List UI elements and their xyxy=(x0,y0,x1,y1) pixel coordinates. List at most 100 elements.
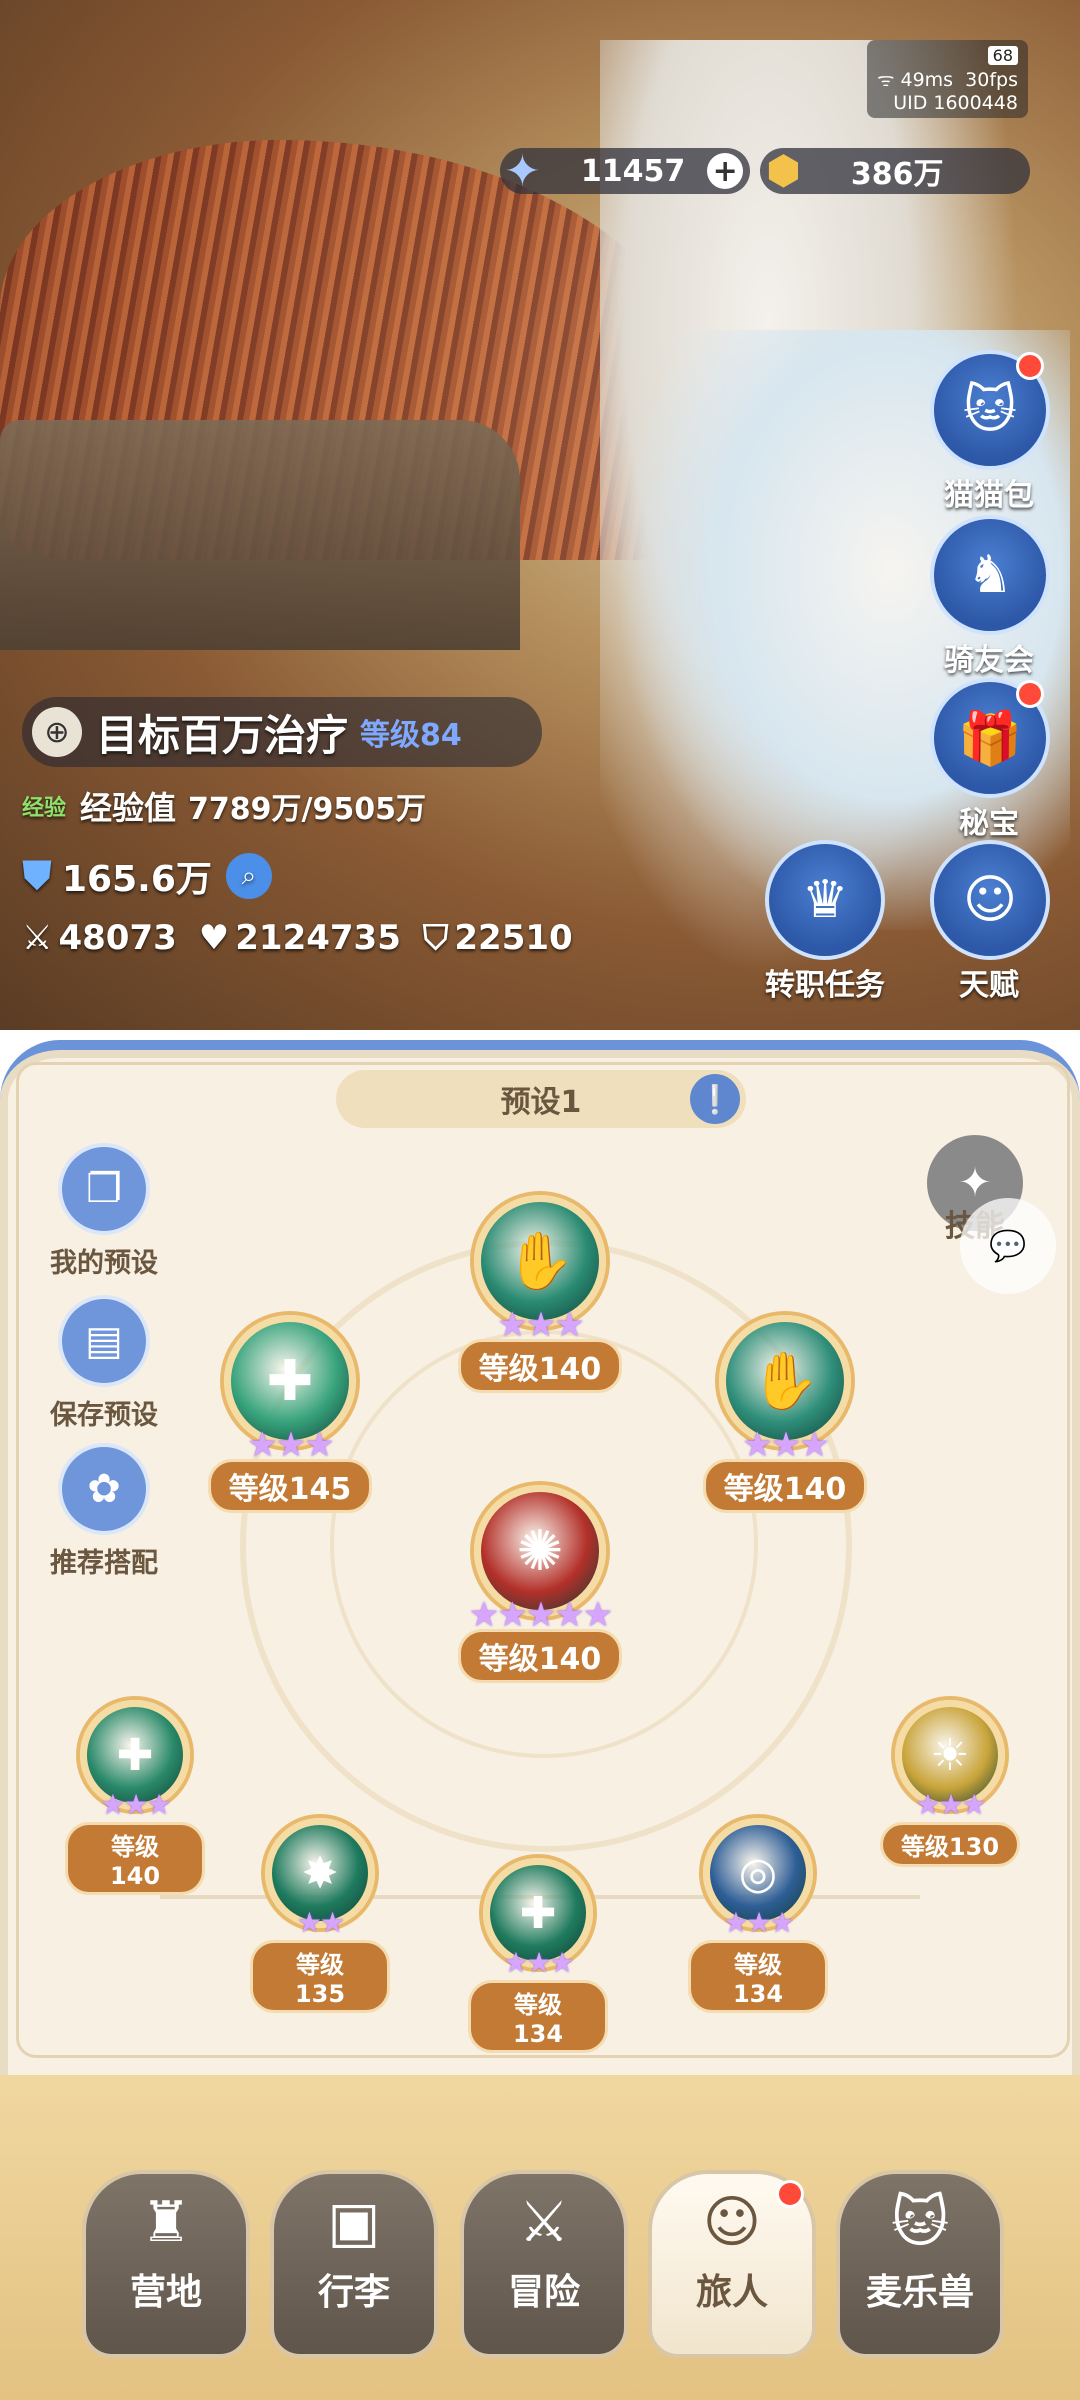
exp-tag: 经验 xyxy=(22,796,67,821)
tab-camp[interactable]: ♜ 营地 xyxy=(82,2170,250,2358)
tab-label: 行李 xyxy=(317,2272,390,2313)
tab-label: 冒险 xyxy=(507,2272,580,2313)
skill-level: 等级135 xyxy=(250,1940,390,2013)
skill-stars: ★★★ xyxy=(503,1946,574,1979)
class-emblem-icon: ⊕ xyxy=(32,707,82,757)
crown-icon: ♛ xyxy=(765,840,885,960)
network-status: 68 ᯤ 49ms 30fps UID 1600448 xyxy=(867,40,1028,118)
player-name-bar[interactable]: ⊕ 目标百万治疗 等级84 xyxy=(22,697,542,767)
side-button-cat-bag[interactable]: 🐱 猫猫包 xyxy=(930,350,1050,514)
save-preset-button[interactable]: ▤ 保存预设 xyxy=(34,1295,174,1432)
skill-slot-2[interactable]: ✚ ★★★ 等级145 xyxy=(205,1315,375,1513)
coin-icon: ⬢ xyxy=(766,148,801,194)
skill-level: 等级140 xyxy=(457,1339,623,1393)
skill-stars: ★★★ xyxy=(742,1425,829,1465)
backpack-icon: ▣ xyxy=(327,2190,381,2255)
power-value: 165.6万 xyxy=(62,859,212,900)
skill-stars: ★★★ xyxy=(100,1788,171,1821)
search-icon: ⌕ xyxy=(241,860,257,891)
star-amount: 11457 xyxy=(580,153,686,189)
tab-label: 旅人 xyxy=(695,2272,768,2313)
skill-level: 等级140 xyxy=(702,1459,868,1513)
preset-selector[interactable]: 预设1 ❕ xyxy=(336,1070,746,1128)
treasure-icon: 🎁 xyxy=(930,678,1050,798)
star-crystal-icon: ✦ xyxy=(504,145,541,197)
exp-row: 经验 经验值 7789万/9505万 xyxy=(22,783,426,829)
cat-bag-icon: 🐱 xyxy=(930,350,1050,470)
side-button-label: 天赋 xyxy=(959,968,1019,1003)
skill-slot-6[interactable]: ✸ ★★ 等级135 xyxy=(250,1818,390,2013)
skill-level: 等级140 xyxy=(65,1822,205,1895)
side-button-label: 转职任务 xyxy=(765,968,885,1003)
power-row: ⛊ 165.6万 ⌕ xyxy=(22,850,272,902)
wifi-icon: ᯤ xyxy=(877,69,895,91)
defense-icon: ⛉ xyxy=(422,918,449,958)
skill-slot-7[interactable]: ✚ ★★★ 等级134 xyxy=(468,1858,608,2053)
skill-stars: ★★★★★ xyxy=(468,1595,613,1635)
my-presets-button[interactable]: ❐ 我的预设 xyxy=(34,1143,174,1280)
fps-text: 30fps xyxy=(965,69,1018,91)
uid-text: UID 1600448 xyxy=(893,92,1018,114)
castle-icon: ♜ xyxy=(140,2190,192,2255)
left-button-label: 我的预设 xyxy=(50,1248,158,1279)
notification-dot xyxy=(776,2180,804,2208)
side-button-riders[interactable]: ♞ 骑友会 xyxy=(930,515,1050,679)
side-button-label: 猫猫包 xyxy=(944,478,1034,513)
left-button-label: 推荐搭配 xyxy=(50,1548,158,1579)
skill-level: 等级134 xyxy=(468,1980,608,2053)
skill-slot-3[interactable]: ✋ ★★★ 等级140 xyxy=(700,1315,870,1513)
side-button-label: 骑友会 xyxy=(944,643,1034,678)
add-star-button[interactable]: + xyxy=(707,153,744,189)
battery-indicator: 68 xyxy=(987,46,1018,65)
hp-value: 2124735 xyxy=(235,918,401,958)
attributes-row: ⚔ 48073 ♥ 2124735 ⛉ 22510 xyxy=(22,918,573,958)
tab-traveler[interactable]: ☺ 旅人 xyxy=(648,2170,816,2358)
swords-icon: ⚔ xyxy=(518,2190,570,2255)
player-level: 等级84 xyxy=(360,718,462,753)
star-currency: ✦ 11457 + xyxy=(500,145,750,197)
power-search-button[interactable]: ⌕ xyxy=(225,853,272,899)
attack-icon: ⚔ xyxy=(22,918,53,958)
heart-icon: ♥ xyxy=(198,918,230,958)
defense-value: 22510 xyxy=(454,918,573,958)
preset-info-icon[interactable]: ❕ xyxy=(690,1074,740,1124)
skill-slot-5[interactable]: ✚ ★★★ 等级140 xyxy=(65,1700,205,1895)
power-shield-icon: ⛊ xyxy=(22,853,52,899)
recommend-icon: ✿ xyxy=(58,1443,150,1535)
attack-value: 48073 xyxy=(58,918,177,958)
tab-label: 麦乐兽 xyxy=(865,2272,974,2313)
skill-stars: ★★★ xyxy=(247,1425,334,1465)
chat-icon: 💬 xyxy=(989,1228,1027,1264)
recommend-build-button[interactable]: ✿ 推荐搭配 xyxy=(34,1443,174,1580)
horse-icon: ♞ xyxy=(930,515,1050,635)
skill-slot-9[interactable]: ☀ ★★★ 等级130 xyxy=(875,1700,1025,1867)
skill-stars: ★★★ xyxy=(497,1305,584,1345)
preset-cards-icon: ❐ xyxy=(58,1143,150,1235)
skill-level: 等级140 xyxy=(457,1629,623,1683)
tab-pets[interactable]: 🐱 麦乐兽 xyxy=(836,2170,1004,2358)
skill-level: 等级130 xyxy=(879,1822,1021,1867)
tab-adventure[interactable]: ⚔ 冒险 xyxy=(460,2170,628,2358)
skill-stars: ★★ xyxy=(296,1906,345,1939)
skill-slot-1[interactable]: ✋ ★★★ 等级140 xyxy=(455,1195,625,1393)
skill-stars: ★★★ xyxy=(723,1906,794,1939)
tab-label: 营地 xyxy=(129,2272,202,2313)
skill-stars: ★★★ xyxy=(915,1788,986,1821)
left-button-label: 保存预设 xyxy=(50,1400,158,1431)
side-button-talent[interactable]: ☺ 天赋 xyxy=(930,840,1050,1004)
skill-slot-ultimate[interactable]: ✺ ★★★★★ 等级140 xyxy=(445,1485,635,1683)
notification-dot xyxy=(1016,352,1044,380)
side-button-job-quest[interactable]: ♛ 转职任务 xyxy=(750,840,900,1004)
tab-luggage[interactable]: ▣ 行李 xyxy=(270,2170,438,2358)
preset-title: 预设1 xyxy=(500,1085,582,1120)
side-button-label: 秘宝 xyxy=(959,806,1019,841)
side-button-treasure[interactable]: 🎁 秘宝 xyxy=(930,678,1050,842)
skill-slot-8[interactable]: ◎ ★★★ 等级134 xyxy=(688,1818,828,2013)
skill-level: 等级134 xyxy=(688,1940,828,2013)
player-name: 目标百万治疗 xyxy=(96,710,349,760)
notification-dot xyxy=(1016,680,1044,708)
coin-currency: ⬢ 386万 xyxy=(760,148,1030,194)
save-icon: ▤ xyxy=(58,1295,150,1387)
chat-bubble-button[interactable]: 💬 xyxy=(960,1198,1056,1294)
rock-ledge xyxy=(0,420,520,650)
